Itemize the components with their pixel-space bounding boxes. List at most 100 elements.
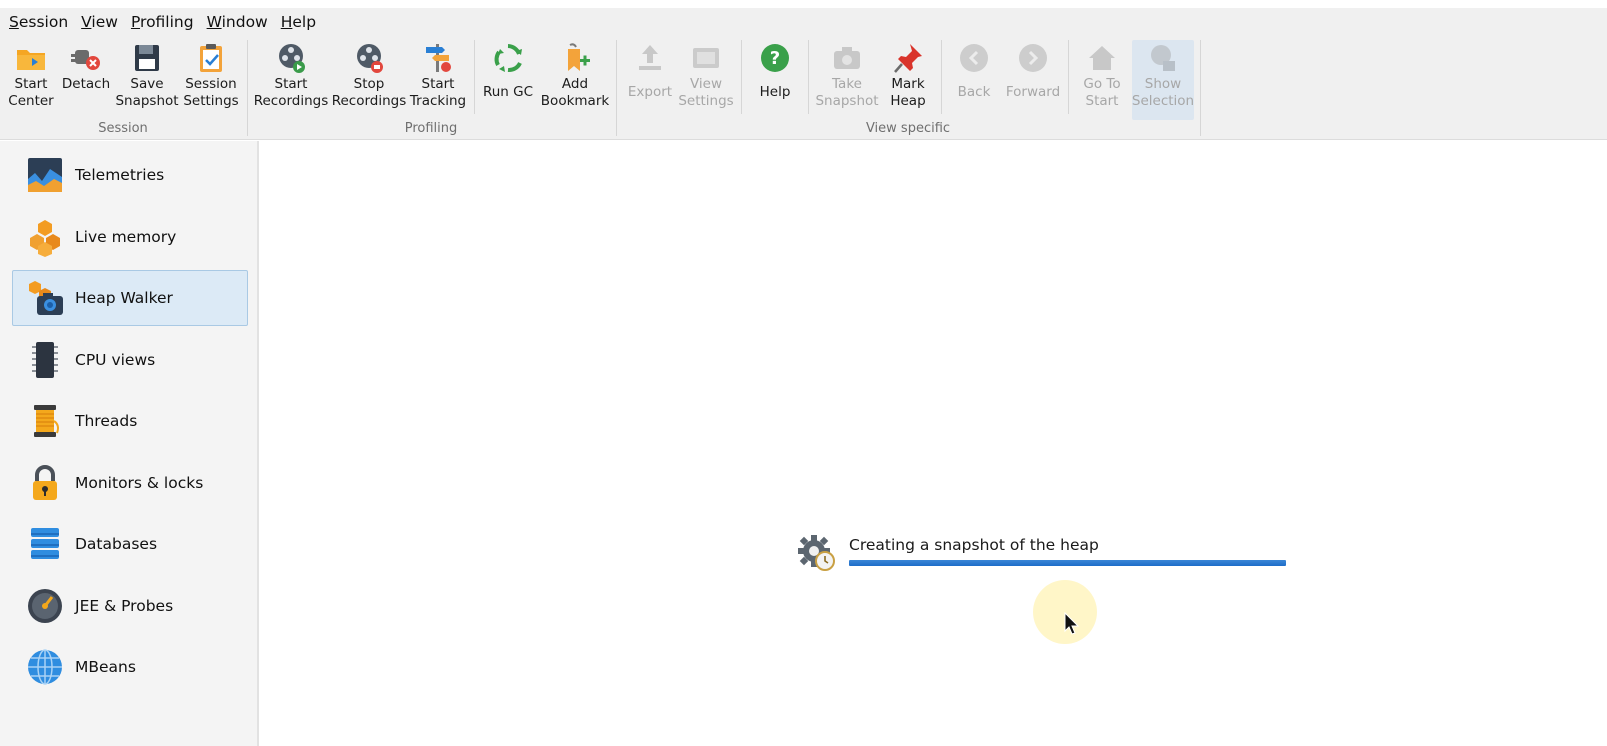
start-tracking-button[interactable]: Start Tracking: [408, 40, 468, 120]
camera-icon: [829, 40, 865, 76]
sidebar-item-databases[interactable]: Databases: [12, 516, 248, 572]
go-to-start-label: Go To Start: [1083, 76, 1121, 109]
globe-icon: [23, 645, 67, 689]
export-icon: [632, 40, 668, 76]
mouse-pointer-icon: [1064, 611, 1080, 640]
menu-view[interactable]: View: [76, 13, 126, 31]
recycle-icon: [490, 40, 526, 76]
start-center-button[interactable]: Start Center: [6, 40, 56, 120]
show-selection-button[interactable]: Show Selection: [1132, 40, 1194, 120]
progress-bar-fill: [849, 560, 1286, 566]
take-snapshot-button[interactable]: Take Snapshot: [814, 40, 880, 120]
sidebar-item-threads[interactable]: Threads: [12, 393, 248, 449]
toolbar-separator: [941, 40, 942, 114]
sidebar-item-jee-probes[interactable]: JEE & Probes: [12, 578, 248, 634]
sidebar-item-label: Heap Walker: [75, 289, 173, 307]
detach-plug-icon: [68, 40, 104, 76]
add-bookmark-label: Add Bookmark: [540, 76, 610, 109]
sidebar-item-mbeans[interactable]: MBeans: [12, 639, 248, 695]
view-settings-button[interactable]: View Settings: [678, 40, 734, 120]
run-gc-button[interactable]: Run GC: [478, 40, 538, 120]
sidebar-item-label: CPU views: [75, 351, 156, 369]
forward-button[interactable]: Forward: [1002, 40, 1064, 120]
view-settings-label: View Settings: [678, 76, 734, 109]
save-snapshot-button[interactable]: Save Snapshot: [115, 40, 179, 120]
menu-mnemonic: S: [9, 13, 19, 31]
forward-arrow-icon: [1015, 40, 1051, 76]
settings-clipboard-icon: [193, 40, 229, 76]
show-selection-label: Show Selection: [1131, 76, 1195, 109]
menu-bar: Session View Profiling Window Help: [0, 8, 1607, 36]
forward-label: Forward: [1005, 84, 1061, 100]
stop-recordings-button[interactable]: Stop Recordings: [332, 40, 406, 120]
toolbar-separator: [474, 40, 475, 114]
toolbar-group-profiling-label: Profiling: [404, 121, 458, 136]
gauge-icon: [23, 584, 67, 628]
sidebar-item-label: JEE & Probes: [75, 597, 174, 615]
export-label: Export: [627, 84, 673, 100]
home-icon: [1084, 40, 1120, 76]
toolbar: Start Center Detach Save Snapshot Sessio…: [0, 36, 1607, 140]
toolbar-separator: [1068, 40, 1069, 114]
sidebar-item-heap-walker[interactable]: Heap Walker: [12, 270, 248, 326]
sidebar-item-telemetries[interactable]: Telemetries: [12, 147, 248, 203]
sidebar-item-cpu-views[interactable]: CPU views: [12, 332, 248, 388]
stop-recordings-label: Stop Recordings: [331, 76, 407, 109]
run-gc-label: Run GC: [482, 84, 534, 100]
sidebar-item-label: Monitors & locks: [75, 474, 204, 492]
mark-heap-button[interactable]: Mark Heap: [880, 40, 936, 120]
view-settings-icon: [688, 40, 724, 76]
menu-mnemonic: W: [206, 13, 222, 31]
film-reel-stop-icon: [351, 40, 387, 76]
sidebar-item-monitors-locks[interactable]: Monitors & locks: [12, 455, 248, 511]
progress-bar: [849, 560, 1286, 566]
toolbar-separator: [808, 40, 809, 114]
svg-text:?: ?: [770, 48, 780, 69]
add-bookmark-button[interactable]: Add Bookmark: [540, 40, 610, 120]
lock-icon: [23, 461, 67, 505]
bookmark-add-icon: [557, 40, 593, 76]
session-settings-button[interactable]: Session Settings: [180, 40, 242, 120]
help-question-icon: ?: [757, 40, 793, 76]
back-button[interactable]: Back: [948, 40, 1000, 120]
session-settings-label: Session Settings: [183, 76, 239, 109]
start-recordings-label: Start Recordings: [253, 76, 329, 109]
show-selection-icon: [1145, 40, 1181, 76]
toolbar-group-view-specific-label: View specific: [865, 121, 951, 136]
menu-window[interactable]: Window: [202, 13, 276, 31]
menu-help[interactable]: Help: [276, 13, 324, 31]
sidebar-item-label: MBeans: [75, 658, 136, 676]
menu-session[interactable]: Session: [4, 13, 76, 31]
heap-walker-content-area: [261, 141, 1607, 746]
start-tracking-label: Start Tracking: [409, 76, 467, 109]
menu-profiling[interactable]: Profiling: [126, 13, 202, 31]
go-to-start-button[interactable]: Go To Start: [1074, 40, 1130, 120]
threads-icon: [23, 399, 67, 443]
mark-heap-label: Mark Heap: [890, 76, 926, 109]
start-recordings-button[interactable]: Start Recordings: [254, 40, 328, 120]
menu-label: indow: [221, 13, 268, 31]
detach-button[interactable]: Detach: [60, 40, 112, 120]
sidebar-item-label: Live memory: [75, 228, 177, 246]
cpu-icon: [23, 338, 67, 382]
sidebar-item-live-memory[interactable]: Live memory: [12, 209, 248, 265]
save-disk-icon: [129, 40, 165, 76]
view-selector-sidebar: Telemetries Live memory Heap Walker CPU …: [0, 141, 259, 746]
start-center-label: Start Center: [8, 76, 54, 109]
menu-mnemonic: V: [81, 13, 92, 31]
detach-label: Detach: [61, 76, 111, 92]
film-reel-start-icon: [273, 40, 309, 76]
help-button[interactable]: ? Help: [748, 40, 802, 120]
export-button[interactable]: Export: [622, 40, 678, 120]
take-snapshot-label: Take Snapshot: [815, 76, 879, 109]
help-label: Help: [759, 84, 791, 100]
toolbar-separator: [1200, 40, 1201, 136]
telemetries-icon: [23, 153, 67, 197]
folder-icon: [13, 40, 49, 76]
back-arrow-icon: [956, 40, 992, 76]
menu-label: iew: [91, 13, 118, 31]
database-icon: [23, 522, 67, 566]
toolbar-separator: [741, 40, 742, 114]
gear-clock-icon: [796, 531, 838, 577]
menu-label: ession: [18, 13, 69, 31]
